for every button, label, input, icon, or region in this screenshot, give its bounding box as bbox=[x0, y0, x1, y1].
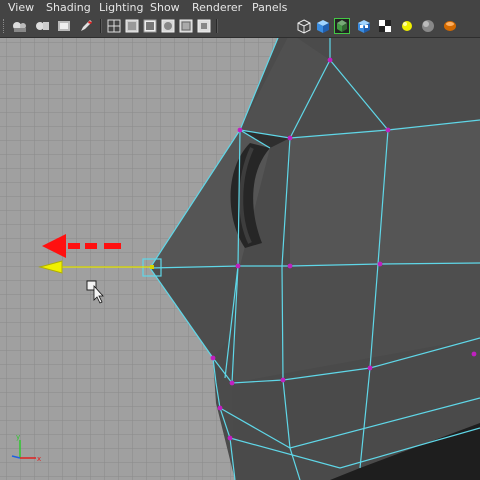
axis-y-label: y bbox=[16, 433, 20, 441]
lights-icon[interactable] bbox=[160, 18, 176, 34]
viewport-canvas[interactable]: y x bbox=[0, 38, 480, 480]
wireframe-icon[interactable] bbox=[106, 18, 122, 34]
panel-toolbar bbox=[0, 15, 480, 38]
menu-view[interactable]: View bbox=[8, 0, 34, 15]
menu-show[interactable]: Show bbox=[150, 0, 180, 15]
xray-icon[interactable] bbox=[196, 18, 212, 34]
sphere-icon[interactable] bbox=[420, 18, 436, 34]
textured-icon[interactable] bbox=[142, 18, 158, 34]
light-bulb-icon[interactable] bbox=[399, 18, 415, 34]
image-plane-icon[interactable] bbox=[56, 18, 72, 34]
render-icon[interactable] bbox=[442, 18, 458, 34]
camera-attributes-icon[interactable] bbox=[12, 18, 28, 34]
cube-texture-icon[interactable] bbox=[334, 18, 350, 34]
smooth-shade-icon[interactable] bbox=[124, 18, 140, 34]
menu-lighting[interactable]: Lighting bbox=[99, 0, 143, 15]
toolbar-grip[interactable] bbox=[3, 19, 7, 33]
checker-icon[interactable] bbox=[356, 18, 372, 34]
menu-renderer[interactable]: Renderer bbox=[192, 0, 242, 15]
menu-panels[interactable]: Panels bbox=[252, 0, 287, 15]
cube-wireframe-icon[interactable] bbox=[296, 18, 312, 34]
checker-board-icon[interactable] bbox=[377, 18, 393, 34]
axis-x-label: x bbox=[37, 455, 41, 463]
viewport-panel[interactable]: y x bbox=[0, 38, 480, 480]
cube-shaded-icon[interactable] bbox=[315, 18, 331, 34]
menu-shading[interactable]: Shading bbox=[46, 0, 91, 15]
menu-bar: View Shading Lighting Show Renderer Pane… bbox=[0, 0, 480, 15]
pencil-icon[interactable] bbox=[78, 18, 94, 34]
bookmark-icon[interactable] bbox=[34, 18, 50, 34]
wireframe-on-shaded-icon[interactable] bbox=[178, 18, 194, 34]
